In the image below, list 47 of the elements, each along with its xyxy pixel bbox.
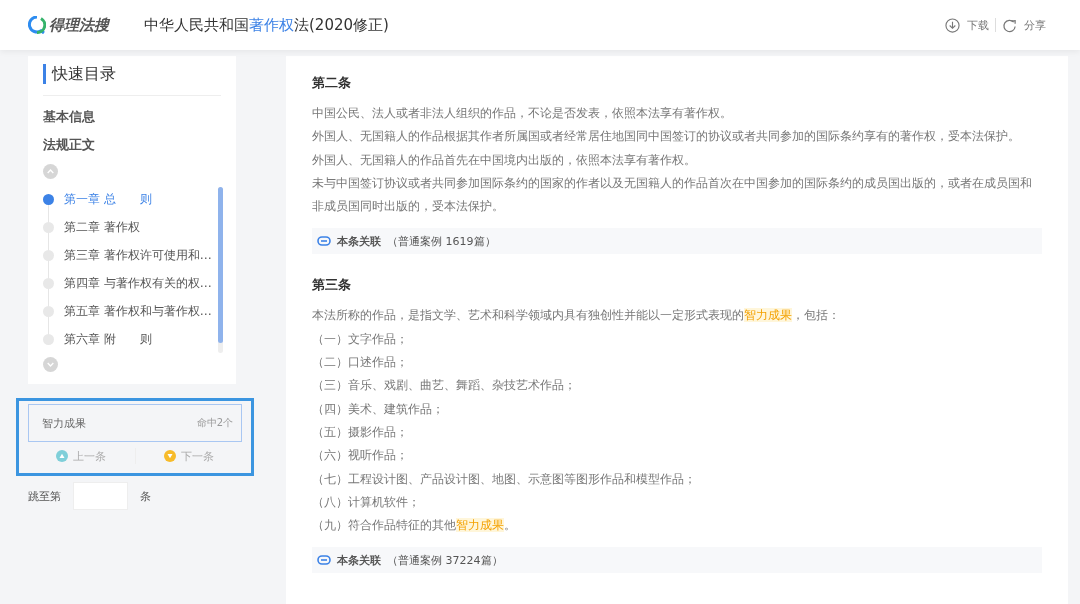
article-text: （七）工程设计图、产品设计图、地图、示意图等图形作品和模型作品；	[312, 470, 698, 488]
article-text: 未与中国签订协议或者共同参加国际条约的国家的作者以及无国籍人的作品首次在中国参加的国际条约的成员国出版的，或者在成员国和非成员国同时出版的，受本法保护。	[312, 174, 1034, 216]
scrollbar[interactable]	[217, 187, 223, 353]
article-text: （五）摄影作品；	[312, 423, 410, 441]
jump-label: 跳至第	[28, 488, 61, 504]
link-icon	[317, 555, 332, 566]
related-label: 本条关联	[337, 234, 382, 249]
article-text: 外国人、无国籍人的作品首先在中国境内出版的，依照本法享有著作权。	[312, 151, 698, 169]
scroll-up-icon[interactable]	[43, 164, 58, 179]
article-text: 中国公民、法人或者非法人组织的作品，不论是否发表，依照本法享有著作权。	[312, 105, 734, 122]
chapter-item[interactable]: 第一章 总 则	[43, 185, 212, 213]
article-text: 外国人、无国籍人的作品根据其作者所属国或者经常居住地国同中国签订的协议或者共同参加的国际条约享有的著作权，受本法保护。	[312, 128, 1022, 146]
article-text: （八）计算机软件；	[312, 493, 422, 511]
chapter-item[interactable]: 第六章 附 则	[43, 325, 212, 353]
chapter-item[interactable]: 第二章 著作权	[43, 213, 212, 241]
related-bar[interactable]: 本条关联 （普通案例 1619篇）	[312, 228, 1042, 255]
refresh-icon	[1002, 17, 1017, 33]
share-button[interactable]: 分享	[996, 17, 1052, 33]
related-bar[interactable]: 本条关联 （普通案例 37224篇）	[312, 547, 1042, 574]
related-count: （普通案例 37224篇）	[387, 552, 503, 568]
page-title: 中华人民共和国著作权法(2020修正)	[144, 15, 389, 35]
article-text: （九）符合作品特征的其他智力成果。	[312, 517, 518, 535]
jump-suffix: 条	[140, 488, 151, 504]
article-text: （六）视听作品；	[312, 447, 410, 465]
logo-text: 得理法搜	[49, 15, 109, 35]
scroll-down-icon[interactable]	[43, 357, 58, 372]
related-count: （普通案例 1619篇）	[387, 234, 496, 249]
article-heading: 第二条	[312, 74, 353, 92]
article-text: 本法所称的作品，是指文学、艺术和科学领域内具有独创性并能以一定形式表现的智力成果，包括：	[312, 307, 842, 325]
article-text: （一）文字作品；	[312, 330, 410, 348]
toc-section[interactable]: 法规正文	[43, 136, 221, 154]
match-count: 命中2个	[196, 416, 234, 430]
article-heading: 第三条	[312, 276, 353, 295]
related-label: 本条关联	[337, 552, 382, 568]
chapter-item[interactable]: 第三章 著作权许可使用和…	[43, 241, 212, 269]
article-text: （三）音乐、戏剧、曲艺、舞蹈、杂技艺术作品；	[312, 377, 578, 395]
article-text: （四）美术、建筑作品；	[312, 400, 446, 418]
download-icon	[945, 17, 960, 33]
logo-icon	[28, 16, 46, 34]
chapter-item[interactable]: 第五章 著作权和与著作权…	[43, 297, 212, 325]
download-button[interactable]: 下载	[939, 17, 995, 33]
link-icon	[317, 236, 332, 247]
toc-title: 快速目录	[43, 64, 221, 84]
toc-section[interactable]: 基本信息	[43, 108, 221, 126]
chapter-item[interactable]: 第四章 与著作权有关的权…	[43, 269, 212, 297]
search-field[interactable]: 智力成果 命中2个	[28, 404, 243, 442]
article-text: （二）口述作品；	[312, 354, 410, 372]
